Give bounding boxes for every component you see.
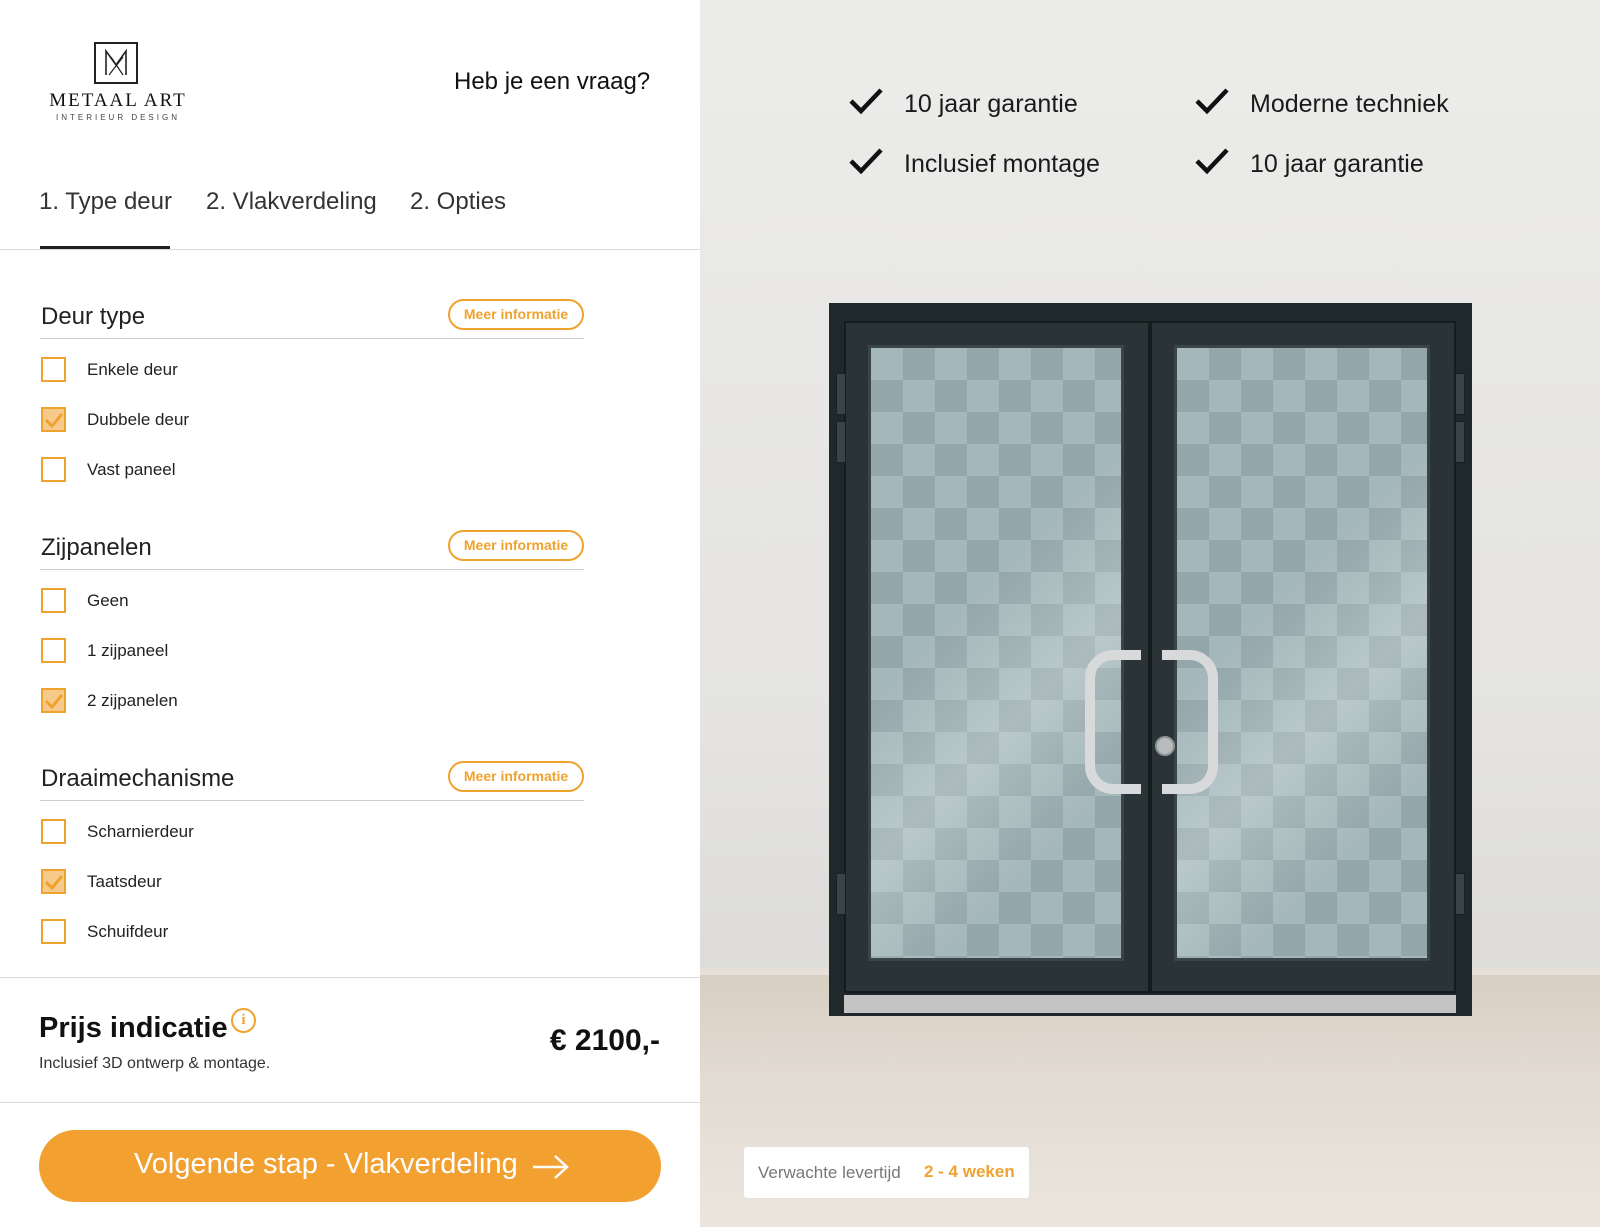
delivery-value: 2 - 4 weken [924, 1162, 1015, 1181]
group-header: Deur type Meer informatie [40, 297, 584, 339]
group-draaimechanisme: Draaimechanisme Meer informatie Scharnie… [40, 759, 584, 949]
option-label: Enkele deur [87, 360, 178, 379]
brand-tagline: INTERIEUR DESIGN [55, 113, 180, 122]
glass-panel [868, 345, 1124, 961]
checkbox[interactable] [41, 819, 66, 844]
brand-logo[interactable]: METAAL ART INTERIEUR DESIGN [38, 40, 198, 125]
hinge-icon [836, 421, 846, 463]
checkbox[interactable] [41, 357, 66, 382]
tab-vlakverdeling[interactable]: 2. Vlakverdeling [206, 188, 377, 216]
check-icon [849, 88, 883, 115]
checkbox-checked[interactable] [41, 869, 66, 894]
threshold [844, 995, 1150, 1013]
feature-label: Moderne techniek [1250, 90, 1449, 118]
brand-name: METAAL ART [49, 90, 187, 111]
door-preview: 10 jaar garantie Moderne techniek Inclus… [700, 0, 1600, 1227]
checkmark-icon [45, 413, 63, 428]
checkbox[interactable] [41, 638, 66, 663]
meer-informatie-button[interactable]: Meer informatie [448, 530, 584, 561]
tab-opties[interactable]: 2. Opties [410, 188, 506, 216]
arrow-right-icon [533, 1155, 569, 1179]
price-title: Prijs indicatie [39, 1012, 228, 1044]
threshold [1150, 995, 1456, 1013]
option-label: 2 zijpanelen [87, 691, 178, 710]
feature-label: 10 jaar garantie [1250, 150, 1424, 178]
active-tab-indicator [40, 246, 170, 249]
group-deur-type: Deur type Meer informatie Enkele deur Du… [40, 297, 584, 487]
check-icon [1195, 148, 1229, 175]
option-label: 1 zijpaneel [87, 641, 169, 660]
hinge-icon [836, 873, 846, 915]
step-tabs: 1. Type deur 2. Vlakverdeling 2. Opties [0, 180, 700, 250]
checkbox[interactable] [41, 457, 66, 482]
logo-monogram-icon [94, 42, 138, 84]
tab-type-deur[interactable]: 1. Type deur [39, 188, 172, 216]
price-subtitle: Inclusief 3D ontwerp & montage. [39, 1055, 271, 1072]
meer-informatie-button[interactable]: Meer informatie [448, 299, 584, 330]
meer-informatie-button[interactable]: Meer informatie [448, 761, 584, 792]
check-icon [1195, 88, 1229, 115]
checkmark-icon [45, 694, 63, 709]
option-label: Geen [87, 591, 129, 610]
checkbox-checked[interactable] [41, 407, 66, 432]
price-indication: Prijs indicatie i Inclusief 3D ontwerp &… [0, 977, 700, 1103]
hinge-icon [1455, 421, 1465, 463]
door-frame [829, 303, 1472, 1016]
hinge-icon [836, 373, 846, 415]
option-label: Schuifdeur [87, 922, 169, 941]
next-step-button[interactable]: Volgende stap - Vlakverdeling [39, 1130, 661, 1202]
delivery-label: Verwachte levertijd [758, 1163, 901, 1182]
group-title: Deur type [41, 303, 146, 330]
price-value: € 2100,- [549, 1024, 660, 1057]
glass-panel [1174, 345, 1430, 961]
option-label: Vast paneel [87, 460, 176, 479]
lock-icon [1155, 736, 1175, 756]
option-label: Scharnierdeur [87, 822, 194, 841]
help-link[interactable]: Heb je een vraag? [454, 68, 650, 96]
group-header: Zijpanelen Meer informatie [40, 528, 584, 570]
group-title: Zijpanelen [41, 534, 152, 561]
door-handle-left [1085, 650, 1141, 794]
checkmark-icon [45, 875, 63, 890]
group-zijpanelen: Zijpanelen Meer informatie Geen 1 zijpan… [40, 528, 584, 718]
next-step-label: Volgende stap - Vlakverdeling [134, 1148, 518, 1180]
group-title: Draaimechanisme [41, 765, 235, 792]
checkbox-checked[interactable] [41, 688, 66, 713]
group-header: Draaimechanisme Meer informatie [40, 759, 584, 801]
feature-label: Inclusief montage [904, 150, 1100, 178]
configurator-panel: METAAL ART INTERIEUR DESIGN Heb je een v… [0, 0, 700, 1227]
hinge-icon [1455, 873, 1465, 915]
feature-label: 10 jaar garantie [904, 90, 1078, 118]
checkbox[interactable] [41, 588, 66, 613]
delivery-badge: Verwachte levertijd 2 - 4 weken [744, 1147, 1029, 1198]
check-icon [849, 148, 883, 175]
hinge-icon [1455, 373, 1465, 415]
info-icon[interactable]: i [231, 1008, 256, 1033]
option-label: Dubbele deur [87, 410, 190, 429]
door-handle-right [1162, 650, 1218, 794]
option-label: Taatsdeur [87, 872, 162, 891]
checkbox[interactable] [41, 919, 66, 944]
